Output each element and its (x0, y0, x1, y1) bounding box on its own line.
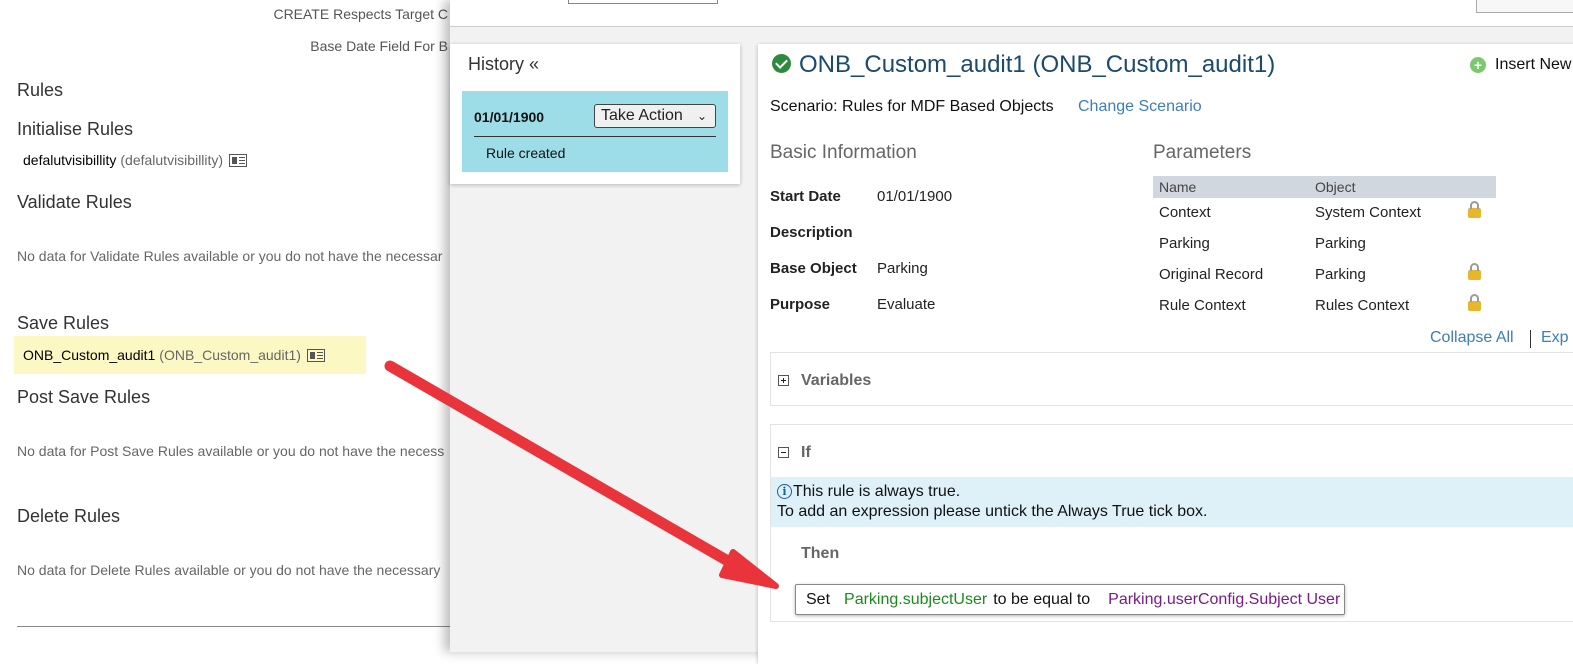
background-page: CREATE Respects Target C Base Date Field… (0, 0, 460, 652)
initialise-rule-link[interactable]: defalutvisibillity (defalutvisibillity) (23, 152, 248, 168)
table-row: Rule Context Rules Context (1153, 291, 1496, 322)
param-name: Parking (1159, 235, 1210, 252)
variables-section: Variables (770, 352, 1573, 406)
target-field-token[interactable]: Parking.subjectUser (844, 591, 987, 609)
insert-new-button[interactable]: + Insert New (1470, 56, 1571, 74)
initialise-rule-name: defalutvisibillity (23, 152, 117, 168)
table-row: Context System Context (1153, 198, 1496, 229)
insert-new-label: Insert New (1495, 56, 1572, 73)
lock-icon (1468, 263, 1481, 280)
save-rule-name: ONB_Custom_audit1 (23, 347, 156, 363)
chevron-down-icon: ⌄ (696, 109, 707, 123)
collapse-minus-icon[interactable] (778, 447, 789, 458)
table-row: Original Record Parking (1153, 260, 1496, 291)
history-entry-note: Rule created (486, 145, 566, 161)
operator-text: to be equal to (993, 590, 1091, 608)
validate-rules-empty-text: No data for Validate Rules available or … (17, 248, 443, 264)
rules-heading: Rules (17, 80, 64, 100)
info-icon: i (777, 484, 792, 499)
history-divider (474, 136, 716, 137)
plus-circle-icon: + (1470, 57, 1486, 73)
post-save-rules-empty-text: No data for Post Save Rules available or… (17, 443, 445, 459)
purpose-value: Evaluate (877, 296, 936, 313)
param-object: Rules Context (1315, 297, 1410, 314)
base-object-label: Base Object (770, 260, 857, 277)
param-name: Context (1159, 204, 1211, 221)
history-panel: History « 01/01/1900 Take Action ⌄ Rule … (450, 44, 740, 184)
basic-information-heading: Basic Information (770, 142, 917, 163)
scenario-text: Scenario: Rules for MDF Based Objects (770, 98, 1054, 115)
link-separator (1530, 330, 1531, 348)
toolbar-button[interactable] (1476, 0, 1573, 13)
info-message-line1: This rule is always true. (793, 483, 961, 500)
take-action-label: Take Action (601, 107, 683, 124)
expand-all-link[interactable]: Exp (1541, 329, 1569, 347)
toolbar-input[interactable] (568, 0, 718, 4)
take-action-dropdown[interactable]: Take Action ⌄ (594, 104, 716, 128)
validate-rules-heading: Validate Rules (17, 192, 132, 212)
param-object: System Context (1315, 204, 1421, 221)
dialog-toolbar (450, 0, 1573, 27)
delete-rules-heading: Delete Rules (17, 506, 121, 526)
history-collapse-toggle[interactable]: History « (468, 54, 539, 75)
history-entry[interactable]: 01/01/1900 Take Action ⌄ Rule created (462, 91, 728, 172)
divider (17, 626, 457, 627)
variables-label: Variables (801, 372, 872, 389)
parameters-table: Name Object Context System Context Parki… (1153, 176, 1496, 322)
param-object: Parking (1315, 266, 1366, 283)
initialise-rules-heading: Initialise Rules (17, 119, 134, 139)
table-row: Parking Parking (1153, 229, 1496, 260)
always-true-info-message: i This rule is always true. To add an ex… (771, 477, 1573, 527)
history-entry-date: 01/01/1900 (474, 109, 545, 125)
post-save-rules-heading: Post Save Rules (17, 387, 151, 407)
rule-details-card-icon[interactable] (306, 348, 325, 362)
param-name: Original Record (1159, 266, 1264, 283)
rule-details-card-icon[interactable] (229, 153, 248, 167)
param-object: Parking (1315, 235, 1366, 252)
info-message-line2: To add an expression please untick the A… (777, 503, 1208, 520)
lock-icon (1468, 294, 1481, 311)
source-field-token[interactable]: Parking.userConfig.Subject User (1108, 591, 1340, 609)
parameters-table-header: Name Object (1153, 176, 1496, 198)
set-keyword: Set (806, 590, 831, 608)
lock-icon (1468, 201, 1481, 218)
save-rules-heading: Save Rules (17, 313, 110, 333)
collapse-all-link[interactable]: Collapse All (1430, 329, 1514, 347)
set-statement[interactable]: Set Parking.subjectUser to be equal to P… (795, 584, 1346, 615)
field-label-base-date: Base Date Field For B (310, 38, 448, 54)
base-object-value: Parking (877, 260, 928, 277)
save-rule-id: (ONB_Custom_audit1) (159, 347, 301, 363)
if-label: If (801, 444, 811, 461)
check-circle-icon (772, 54, 791, 73)
parameters-heading: Parameters (1153, 142, 1252, 163)
start-date-label: Start Date (770, 188, 841, 205)
column-header-name: Name (1159, 179, 1197, 195)
description-label: Description (770, 224, 853, 241)
change-scenario-link[interactable]: Change Scenario (1078, 98, 1202, 116)
purpose-label: Purpose (770, 296, 831, 313)
if-section: If i This rule is always true. To add an… (770, 424, 1573, 622)
then-label: Then (801, 545, 840, 562)
initialise-rule-id: (defalutvisibillity) (120, 152, 224, 168)
rule-dialog: History « 01/01/1900 Take Action ⌄ Rule … (450, 0, 1573, 664)
rule-title: ONB_Custom_audit1 (ONB_Custom_audit1) (799, 51, 1276, 78)
param-name: Rule Context (1159, 297, 1246, 314)
column-header-object: Object (1315, 179, 1356, 195)
delete-rules-empty-text: No data for Delete Rules available or yo… (17, 562, 441, 578)
expand-plus-icon[interactable] (778, 375, 789, 386)
start-date-value: 01/01/1900 (877, 188, 953, 205)
save-rule-link[interactable]: ONB_Custom_audit1 (ONB_Custom_audit1) (23, 347, 325, 363)
rule-panel: ONB_Custom_audit1 (ONB_Custom_audit1) + … (758, 44, 1573, 664)
field-label-create-respects: CREATE Respects Target C (273, 6, 448, 22)
